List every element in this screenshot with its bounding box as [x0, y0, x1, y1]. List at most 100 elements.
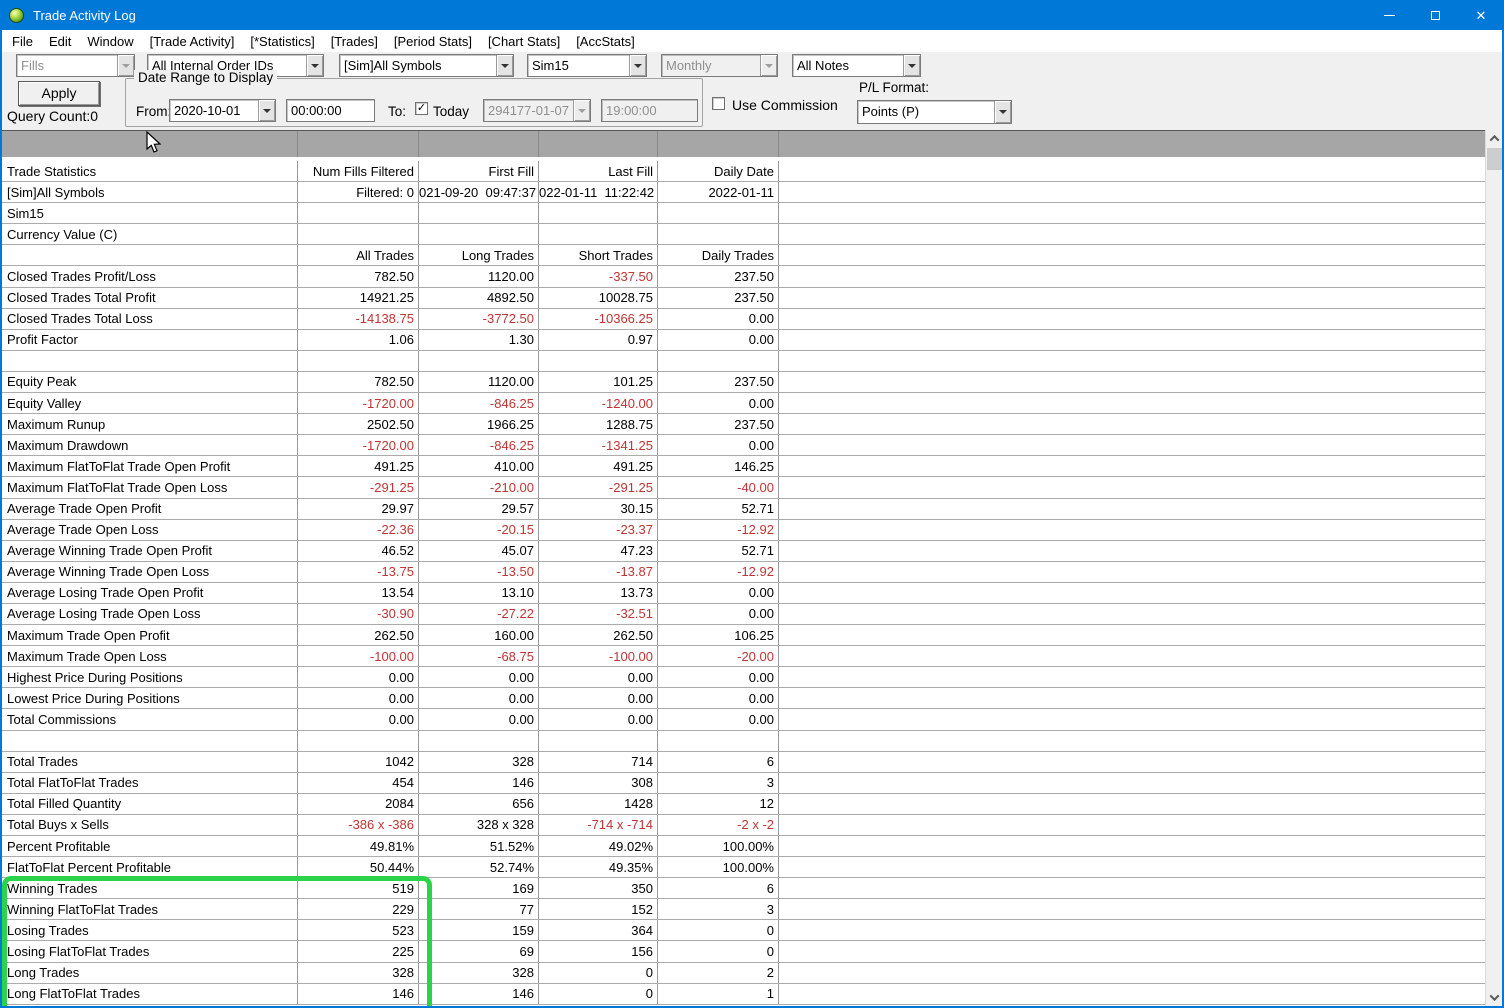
use-commission-checkbox[interactable] — [712, 97, 725, 110]
table-row[interactable]: Highest Price During Positions0.000.000.… — [2, 667, 1485, 688]
order-ids-combo-arrow[interactable] — [306, 55, 323, 76]
table-row[interactable]: Total Filled Quantity2084656142812 — [2, 794, 1485, 815]
cell: 159 — [419, 920, 539, 940]
table-row[interactable]: Average Losing Trade Open Profit13.5413.… — [2, 583, 1485, 604]
cell — [539, 351, 658, 371]
table-row[interactable]: Profit Factor1.061.300.970.00 — [2, 330, 1485, 351]
notes-combo[interactable]: All Notes — [792, 54, 921, 77]
to-date-combo[interactable]: 294177-01-07 — [483, 99, 591, 122]
table-row[interactable]: FlatToFlat Percent Profitable50.44%52.74… — [2, 857, 1485, 878]
stats-rows: Trade StatisticsNum Fills FilteredFirst … — [2, 161, 1485, 1006]
menu-file[interactable]: File — [12, 32, 33, 51]
table-row[interactable]: Maximum FlatToFlat Trade Open Profit491.… — [2, 456, 1485, 477]
menu-trade-activity[interactable]: [Trade Activity] — [150, 32, 235, 51]
apply-button[interactable]: Apply — [18, 81, 100, 106]
table-row[interactable]: Winning FlatToFlat Trades229771523 — [2, 899, 1485, 920]
from-date-combo[interactable]: 2020-10-01 — [169, 99, 276, 122]
cell: -291.25 — [539, 477, 658, 497]
pl-format-combo-arrow[interactable] — [994, 101, 1011, 123]
query-count-label: Query Count:0 — [7, 108, 98, 124]
table-row[interactable]: Long FlatToFlat Trades14614601 — [2, 984, 1485, 1005]
scroll-down-button[interactable] — [1486, 989, 1503, 1006]
table-row[interactable]: Maximum Trade Open Loss-100.00-68.75-100… — [2, 646, 1485, 667]
minimize-button[interactable] — [1366, 0, 1412, 30]
table-row[interactable]: Total Trades10423287146 — [2, 752, 1485, 773]
account-combo-arrow[interactable] — [629, 55, 646, 76]
vertical-scrollbar[interactable] — [1485, 130, 1502, 1006]
period-combo-arrow[interactable] — [760, 55, 777, 76]
from-date-combo-arrow[interactable] — [258, 100, 275, 121]
table-row[interactable]: Maximum Drawdown-1720.00-846.25-1341.250… — [2, 435, 1485, 456]
notes-combo-arrow[interactable] — [903, 55, 920, 76]
row-label: Closed Trades Profit/Loss — [2, 266, 298, 286]
table-row[interactable]: Currency Value (C) — [2, 224, 1485, 245]
table-row[interactable]: Lowest Price During Positions0.000.000.0… — [2, 688, 1485, 709]
table-row[interactable]: Total Commissions0.000.000.000.00 — [2, 709, 1485, 730]
table-row[interactable]: Percent Profitable49.81%51.52%49.02%100.… — [2, 836, 1485, 857]
cell: -846.25 — [419, 393, 539, 413]
pl-format-combo[interactable]: Points (P) — [857, 100, 1012, 124]
header-cell — [298, 131, 419, 157]
cell: 0 — [539, 984, 658, 1004]
menu-edit[interactable]: Edit — [49, 32, 71, 51]
table-row[interactable]: [Sim]All SymbolsFiltered: 0021-09-20 09:… — [2, 182, 1485, 203]
table-row[interactable]: Maximum FlatToFlat Trade Open Loss-291.2… — [2, 477, 1485, 498]
table-row[interactable]: Average Losing Trade Open Loss-30.90-27.… — [2, 604, 1485, 625]
menu-window[interactable]: Window — [87, 32, 133, 51]
maximize-icon — [1431, 11, 1440, 20]
menu-chart-stats[interactable]: [Chart Stats] — [488, 32, 560, 51]
today-checkbox[interactable]: ✓ — [415, 102, 428, 115]
table-row[interactable]: Losing Trades5231593640 — [2, 920, 1485, 941]
scrollbar-thumb[interactable] — [1487, 148, 1502, 170]
table-row[interactable]: Equity Peak782.501120.00101.25237.50 — [2, 372, 1485, 393]
table-row[interactable]: Total FlatToFlat Trades4541463083 — [2, 773, 1485, 794]
fills-combo[interactable]: Fills — [16, 54, 135, 77]
table-row[interactable] — [2, 351, 1485, 372]
row-filler — [779, 646, 1485, 666]
table-row[interactable]: Average Trade Open Profit29.9729.5730.15… — [2, 499, 1485, 520]
to-time-field[interactable]: 19:00:00 — [601, 99, 698, 122]
table-row[interactable]: All TradesLong TradesShort TradesDaily T… — [2, 245, 1485, 266]
table-row[interactable]: Closed Trades Total Profit14921.254892.5… — [2, 288, 1485, 309]
table-row[interactable]: Equity Valley-1720.00-846.25-1240.000.00 — [2, 393, 1485, 414]
table-row[interactable]: Trade StatisticsNum Fills FilteredFirst … — [2, 161, 1485, 182]
table-row[interactable]: Average Trade Open Loss-22.36-20.15-23.3… — [2, 520, 1485, 541]
table-row[interactable] — [2, 731, 1485, 752]
table-row[interactable]: Long Trades32832802 — [2, 963, 1485, 984]
symbols-combo[interactable]: [Sim]All Symbols — [339, 54, 514, 77]
close-button[interactable]: ✕ — [1458, 0, 1504, 30]
menu-statistics[interactable]: [*Statistics] — [250, 32, 314, 51]
maximize-button[interactable] — [1412, 0, 1458, 30]
scroll-up-button[interactable] — [1486, 130, 1503, 147]
table-row[interactable]: Closed Trades Profit/Loss782.501120.00-3… — [2, 266, 1485, 287]
table-row[interactable]: Winning Trades5191693506 — [2, 878, 1485, 899]
app-icon — [9, 8, 24, 23]
table-row[interactable]: Maximum Runup2502.501966.251288.75237.50 — [2, 414, 1485, 435]
chevron-down-icon — [1490, 991, 1500, 1001]
table-row[interactable]: Total Buys x Sells-386 x -386328 x 328-7… — [2, 815, 1485, 836]
row-filler — [779, 330, 1485, 350]
row-label — [2, 351, 298, 371]
to-date-combo-arrow[interactable] — [573, 100, 590, 121]
cell: -386 x -386 — [298, 815, 419, 835]
table-row[interactable]: Sim15 — [2, 203, 1485, 224]
fills-combo-arrow[interactable] — [117, 55, 134, 76]
table-row[interactable]: Maximum Trade Open Profit262.50160.00262… — [2, 625, 1485, 646]
menu-trades[interactable]: [Trades] — [331, 32, 378, 51]
from-time-field[interactable]: 00:00:00 — [286, 99, 375, 122]
period-combo[interactable]: Monthly — [661, 54, 778, 77]
cell: -27.22 — [419, 604, 539, 624]
table-row[interactable]: Average Winning Trade Open Loss-13.75-13… — [2, 562, 1485, 583]
symbols-combo-arrow[interactable] — [496, 55, 513, 76]
cell: 50.44% — [298, 857, 419, 877]
cell: 237.50 — [658, 372, 779, 392]
row-label: Losing FlatToFlat Trades — [2, 941, 298, 961]
menu-acc-stats[interactable]: [AccStats] — [576, 32, 635, 51]
table-row[interactable]: Losing FlatToFlat Trades225691560 — [2, 941, 1485, 962]
account-combo[interactable]: Sim15 — [527, 54, 647, 77]
cell: 656 — [419, 794, 539, 814]
table-row[interactable]: Closed Trades Total Loss-14138.75-3772.5… — [2, 309, 1485, 330]
table-row[interactable]: Average Winning Trade Open Profit46.5245… — [2, 541, 1485, 562]
menu-period-stats[interactable]: [Period Stats] — [394, 32, 472, 51]
fills-combo-value: Fills — [17, 55, 117, 76]
